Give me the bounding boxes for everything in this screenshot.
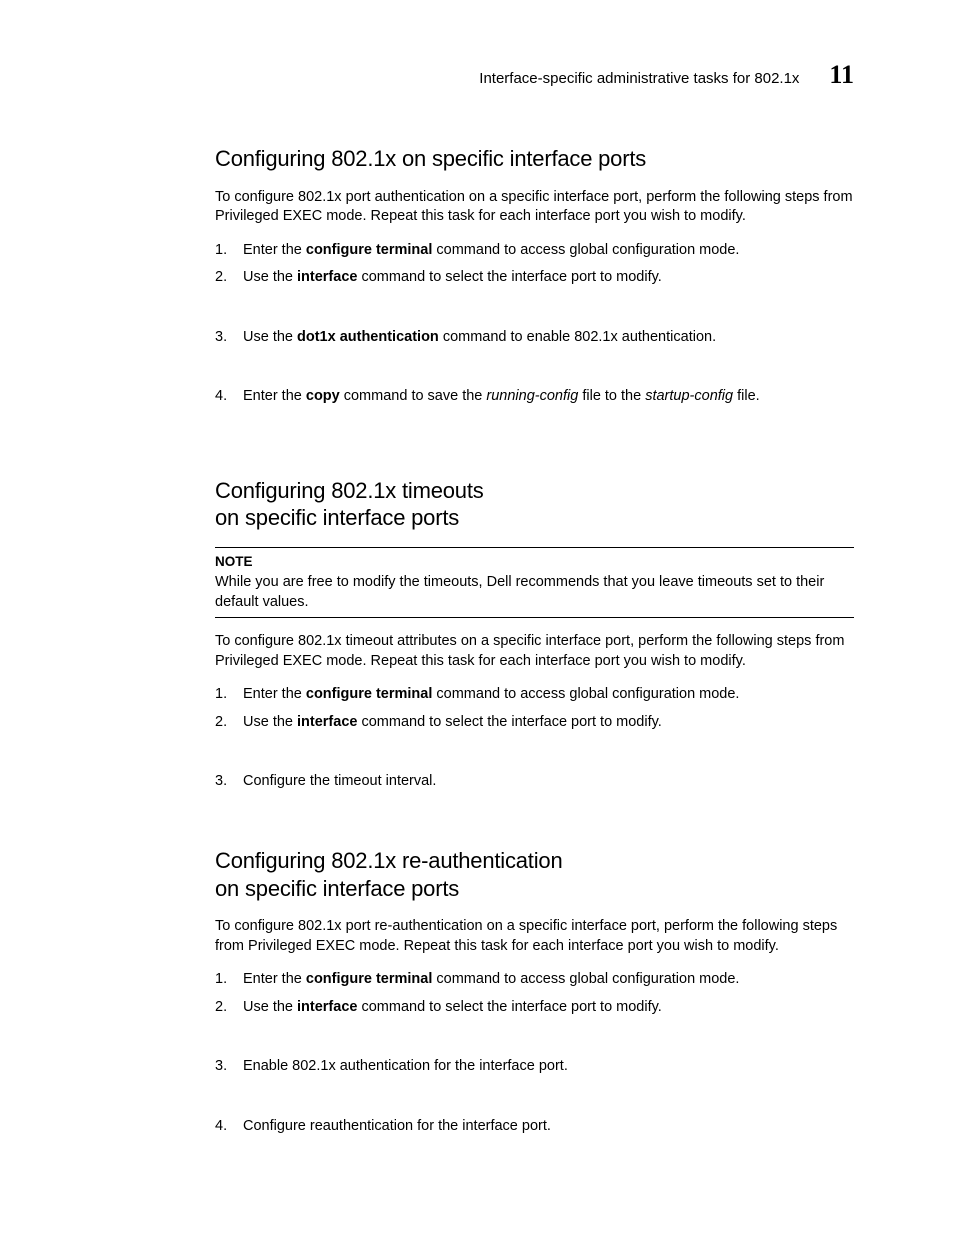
step-text-post3: file. <box>733 388 760 404</box>
step-number: 3. <box>215 1057 227 1077</box>
step-text-post: command to select the interface port to … <box>357 714 661 730</box>
steps-list: 1. Enter the configure terminal command … <box>215 241 854 407</box>
step-text-post: command to access global configuration m… <box>432 971 739 987</box>
step-text-pre: Enter the <box>243 388 306 404</box>
step-text-post: command to enable 802.1x authentication. <box>439 329 716 345</box>
page-container: Interface-specific administrative tasks … <box>0 0 954 1136</box>
step-text-pre: Use the <box>243 269 297 285</box>
title-line2: on specific interface ports <box>215 505 459 530</box>
step-number: 3. <box>215 328 227 348</box>
step-command: configure terminal <box>306 971 433 987</box>
step-item: 1. Enter the configure terminal command … <box>215 685 854 705</box>
intro-paragraph: To configure 802.1x timeout attributes o… <box>215 632 854 671</box>
step-text-post: command to access global configuration m… <box>432 686 739 702</box>
step-item: 4. Configure reauthentication for the in… <box>215 1117 854 1137</box>
step-number: 2. <box>215 713 227 733</box>
section-title: Configuring 802.1x timeouts on specific … <box>215 477 854 532</box>
section-title: Configuring 802.1x re-authentication on … <box>215 847 854 902</box>
title-line1: Configuring 802.1x timeouts <box>215 478 484 503</box>
intro-paragraph: To configure 802.1x port authentication … <box>215 188 854 227</box>
step-text-post2: file to the <box>578 388 645 404</box>
step-filename: startup-config <box>645 388 733 404</box>
step-text: Configure the timeout interval. <box>243 773 436 789</box>
section-configuring-timeouts: Configuring 802.1x timeouts on specific … <box>215 477 854 792</box>
step-item: 3. Configure the timeout interval. <box>215 772 854 792</box>
step-text-pre: Use the <box>243 999 297 1015</box>
step-number: 4. <box>215 387 227 407</box>
step-text-post: command to select the interface port to … <box>357 269 661 285</box>
step-text-post: command to select the interface port to … <box>357 999 661 1015</box>
step-text: Enable 802.1x authentication for the int… <box>243 1058 568 1074</box>
step-item: 4. Enter the copy command to save the ru… <box>215 387 854 407</box>
step-text-pre: Use the <box>243 714 297 730</box>
section-title: Configuring 802.1x on specific interface… <box>215 145 854 173</box>
step-command: copy <box>306 388 340 404</box>
step-text-post1: command to save the <box>340 388 487 404</box>
step-command: interface <box>297 999 357 1015</box>
step-command: interface <box>297 269 357 285</box>
step-text-pre: Enter the <box>243 971 306 987</box>
step-number: 1. <box>215 241 227 261</box>
step-item: 1. Enter the configure terminal command … <box>215 241 854 261</box>
step-number: 3. <box>215 772 227 792</box>
note-label: NOTE <box>215 553 854 571</box>
note-text: While you are free to modify the timeout… <box>215 574 824 610</box>
chapter-number: 11 <box>829 60 854 90</box>
section-configuring-reauth: Configuring 802.1x re-authentication on … <box>215 847 854 1136</box>
page-header: Interface-specific administrative tasks … <box>215 60 854 90</box>
step-number: 4. <box>215 1117 227 1137</box>
step-command: dot1x authentication <box>297 329 439 345</box>
content-area: Configuring 802.1x on specific interface… <box>215 145 854 1136</box>
step-command: configure terminal <box>306 242 433 258</box>
step-text-pre: Enter the <box>243 242 306 258</box>
steps-list: 1. Enter the configure terminal command … <box>215 970 854 1136</box>
step-text-pre: Use the <box>243 329 297 345</box>
step-filename: running-config <box>486 388 578 404</box>
note-block: NOTE While you are free to modify the ti… <box>215 547 854 618</box>
step-item: 2. Use the interface command to select t… <box>215 713 854 733</box>
step-item: 3. Enable 802.1x authentication for the … <box>215 1057 854 1077</box>
step-text-pre: Enter the <box>243 686 306 702</box>
running-title: Interface-specific administrative tasks … <box>479 70 799 87</box>
step-item: 2. Use the interface command to select t… <box>215 998 854 1018</box>
step-command: configure terminal <box>306 686 433 702</box>
section-configuring-ports: Configuring 802.1x on specific interface… <box>215 145 854 407</box>
steps-list: 1. Enter the configure terminal command … <box>215 685 854 792</box>
step-command: interface <box>297 714 357 730</box>
step-number: 1. <box>215 970 227 990</box>
intro-paragraph: To configure 802.1x port re-authenticati… <box>215 917 854 956</box>
step-item: 1. Enter the configure terminal command … <box>215 970 854 990</box>
step-text-post: command to access global configuration m… <box>432 242 739 258</box>
step-number: 2. <box>215 268 227 288</box>
step-number: 1. <box>215 685 227 705</box>
step-item: 3. Use the dot1x authentication command … <box>215 328 854 348</box>
step-number: 2. <box>215 998 227 1018</box>
step-item: 2. Use the interface command to select t… <box>215 268 854 288</box>
step-text: Configure reauthentication for the inter… <box>243 1118 551 1134</box>
title-line2: on specific interface ports <box>215 876 459 901</box>
title-line1: Configuring 802.1x re-authentication <box>215 848 562 873</box>
